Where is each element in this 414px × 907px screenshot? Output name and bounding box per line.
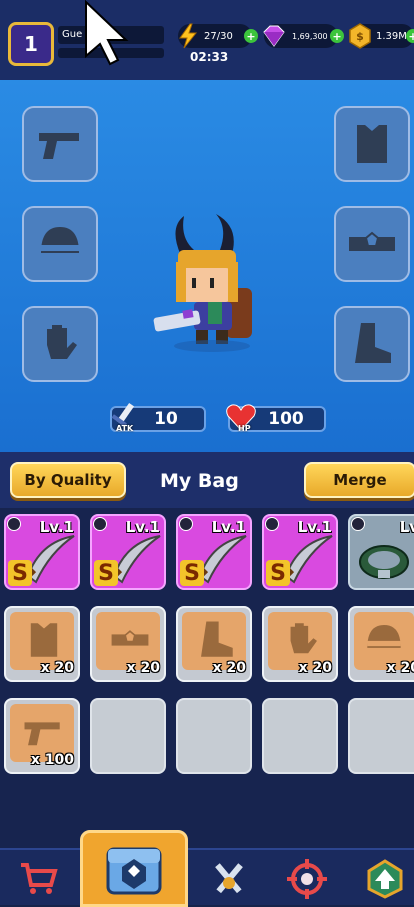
energy-timer: 02:33 [190,50,229,64]
hero-area: ATK 10 HP 100 [0,80,414,452]
atk-label: ATK [116,424,134,433]
item-quantity: x 100 [30,752,74,768]
hp-value: 100 [268,409,304,429]
material-item[interactable]: x 20 [4,606,80,682]
add-energy-button[interactable]: + [244,29,258,43]
gem-icon [263,25,285,47]
item-tag-icon [179,517,193,531]
item-quantity: x 20 [40,660,74,676]
pistol-icon [39,133,79,159]
weapon-item[interactable]: Lv.1 S [262,514,338,590]
grade-badge: S [94,560,118,586]
sort-by-quality-button[interactable]: By Quality [10,462,126,498]
material-item[interactable]: x 20 [262,606,338,682]
svg-text:$: $ [356,30,364,43]
belt-slot[interactable] [334,206,410,282]
item-tag-icon [351,517,365,531]
mouse-cursor-icon [85,0,129,66]
attack-stat: ATK 10 [110,402,206,433]
level-number: 1 [24,32,38,56]
item-tag-icon [265,517,279,531]
item-quantity: x 20 [212,660,246,676]
add-gems-button[interactable]: + [330,29,344,43]
grade-badge: S [180,560,204,586]
item-quantity: x 20 [298,660,332,676]
grade-badge: S [266,560,290,586]
gold-coin-icon: $ [349,23,371,49]
material-item[interactable]: x 20 [90,606,166,682]
crosshair-skull-icon [287,858,327,899]
armor-slot[interactable] [334,106,410,182]
glove-slot[interactable] [22,306,98,382]
boot-icon [355,323,391,363]
helmet-icon [367,625,401,648]
nav-tab-bag[interactable] [80,830,188,907]
ring-icon [359,545,409,579]
boot-slot[interactable] [334,306,410,382]
lightning-icon [179,23,198,49]
crossed-swords-icon [215,862,243,893]
top-hud: 1 Gue 27/30 + 1,69,300 + $ 1.39M + 02:33 [0,0,414,80]
weapon-item[interactable]: Lv.1 S [90,514,166,590]
energy-value: 27/30 [204,30,233,42]
energy-pill[interactable]: 27/30 + [178,23,258,49]
add-gold-button[interactable]: + [406,29,414,43]
level-badge[interactable]: 1 [8,22,54,66]
nav-tab-target[interactable] [268,850,346,907]
item-tag-icon [7,517,21,531]
empty-slot[interactable] [262,698,338,774]
helmet-slot[interactable] [22,206,98,282]
atk-value: 10 [154,409,178,429]
bag-title: My Bag [160,470,239,492]
belt-icon [349,231,395,251]
weapon-item[interactable]: Lv.1 S [176,514,252,590]
grade-badge: S [8,560,32,586]
material-item[interactable]: x 20 [348,606,414,682]
hp-stat: HP 100 [226,404,326,433]
nav-tab-shop[interactable] [0,850,78,907]
material-item[interactable]: x 100 [4,698,80,774]
helmet-icon [41,227,79,253]
gold-pill[interactable]: $ 1.39M + [349,23,414,49]
weapon-slot[interactable] [22,106,98,182]
material-item[interactable]: x 20 [176,606,252,682]
glove-icon [47,325,77,359]
glove-icon [290,623,317,654]
ring-item[interactable]: Lv.1 [348,514,414,590]
armor-icon [30,623,58,657]
nav-tab-battle[interactable] [190,850,268,907]
shop-cart-icon [21,862,58,894]
gold-value: 1.39M [376,30,407,42]
gems-pill[interactable]: 1,69,300 + [263,24,344,48]
bag-chest-icon [106,847,162,894]
item-tag-icon [93,517,107,531]
upgrade-arrow-icon [367,858,403,899]
empty-slot[interactable] [90,698,166,774]
pistol-icon [24,722,60,746]
empty-slot[interactable] [348,698,414,774]
nav-tab-upgrade[interactable] [346,850,414,907]
hp-label: HP [238,424,251,433]
merge-button[interactable]: Merge [304,462,414,498]
belt-icon [111,630,149,646]
hero-character[interactable] [150,188,270,363]
item-quantity: x 20 [126,660,160,676]
gems-value: 1,69,300 [292,31,328,41]
empty-slot[interactable] [176,698,252,774]
item-level: Lv.1 [399,518,414,536]
weapon-item[interactable]: Lv.1 S [4,514,80,590]
item-quantity: x 20 [386,660,414,676]
armor-icon [357,125,387,163]
boot-icon [201,621,233,657]
bottom-nav [0,830,414,907]
